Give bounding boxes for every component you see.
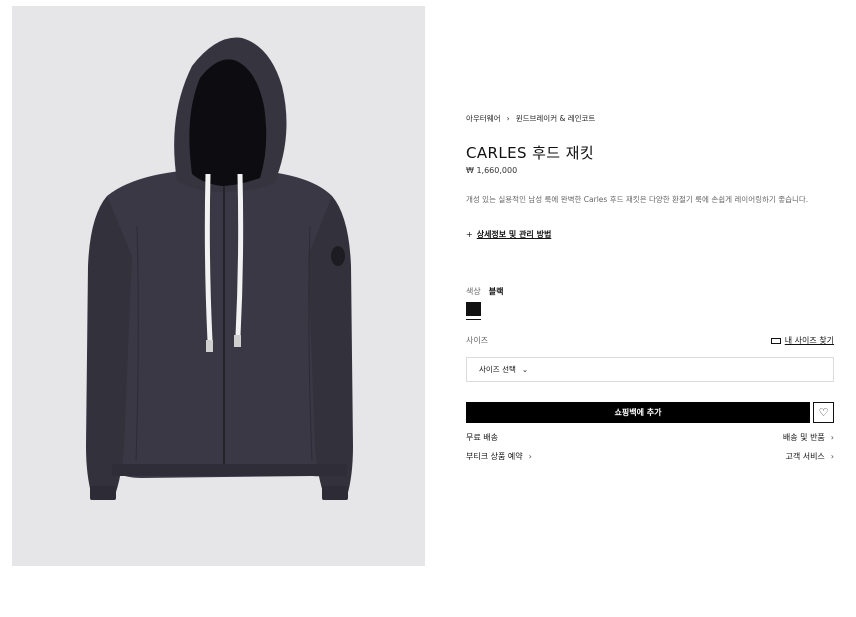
chevron-right-icon: › <box>830 452 834 461</box>
jacket-illustration <box>86 37 353 500</box>
right-drawcord <box>235 173 244 337</box>
product-price: ₩ 1,660,000 <box>466 166 518 175</box>
color-value: 블랙 <box>488 287 504 296</box>
breadcrumb-item-outerwear[interactable]: 아우터웨어 <box>466 113 501 124</box>
color-swatch-black[interactable] <box>466 302 481 316</box>
chevron-down-icon: ⌄ <box>521 365 529 374</box>
shipping-returns-label: 배송 및 반품 <box>782 433 825 442</box>
boutique-booking-link[interactable]: 부티크 상품 예약 › <box>466 451 532 462</box>
size-label: 사이즈 <box>466 336 489 345</box>
free-shipping-label: 무료 배송 <box>466 433 498 442</box>
customer-service-link[interactable]: 고객 서비스 › <box>785 451 834 462</box>
product-title: CARLES 후드 재킷 <box>466 144 595 162</box>
customer-service-label: 고객 서비스 <box>785 452 825 461</box>
plus-icon: + <box>466 230 473 239</box>
size-select[interactable]: 사이즈 선택 ⌄ <box>466 357 834 382</box>
chevron-right-icon: › <box>830 433 834 442</box>
heart-icon: ♡ <box>818 406 829 419</box>
left-cuff <box>90 486 116 500</box>
size-select-label: 사이즈 선택 <box>479 365 516 374</box>
color-label: 색상 <box>466 287 481 296</box>
product-description: 개성 있는 실용적인 남성 룩에 완벽한 Carles 후드 재킷은 다양한 환… <box>466 195 809 204</box>
breadcrumb: 아우터웨어 › 윈드브레이커 & 레인코트 <box>466 113 595 124</box>
add-to-bag-button[interactable]: 쇼핑백에 추가 <box>466 402 810 423</box>
details-care-label: 상세정보 및 관리 방법 <box>476 230 552 239</box>
wishlist-button[interactable]: ♡ <box>813 402 834 423</box>
ruler-icon <box>770 337 781 344</box>
boutique-booking-label: 부티크 상품 예약 <box>466 452 523 461</box>
product-image[interactable] <box>12 6 425 566</box>
free-shipping-link[interactable]: 무료 배송 <box>466 432 498 443</box>
chevron-right-icon: › <box>528 452 532 461</box>
size-guide-link[interactable]: 내 사이즈 찾기 <box>770 335 834 346</box>
shipping-returns-link[interactable]: 배송 및 반품 › <box>783 432 834 443</box>
color-swatch-selected[interactable] <box>466 302 481 320</box>
color-row: 색상 블랙 <box>466 286 503 297</box>
sleeve-logo-patch <box>331 246 345 266</box>
product-info: 아우터웨어 › 윈드브레이커 & 레인코트 CARLES 후드 재킷 ₩ 1,6… <box>466 0 836 617</box>
jacket-hem <box>112 464 347 476</box>
right-cord-tip <box>234 335 241 347</box>
size-guide-label: 내 사이즈 찾기 <box>784 336 834 345</box>
chevron-right-icon: › <box>506 114 510 123</box>
details-care-link[interactable]: + 상세정보 및 관리 방법 <box>466 229 551 240</box>
left-cord-tip <box>206 340 213 352</box>
left-drawcord <box>204 173 213 342</box>
breadcrumb-item-windbreakers[interactable]: 윈드브레이커 & 레인코트 <box>516 113 596 124</box>
right-cuff <box>322 486 348 500</box>
